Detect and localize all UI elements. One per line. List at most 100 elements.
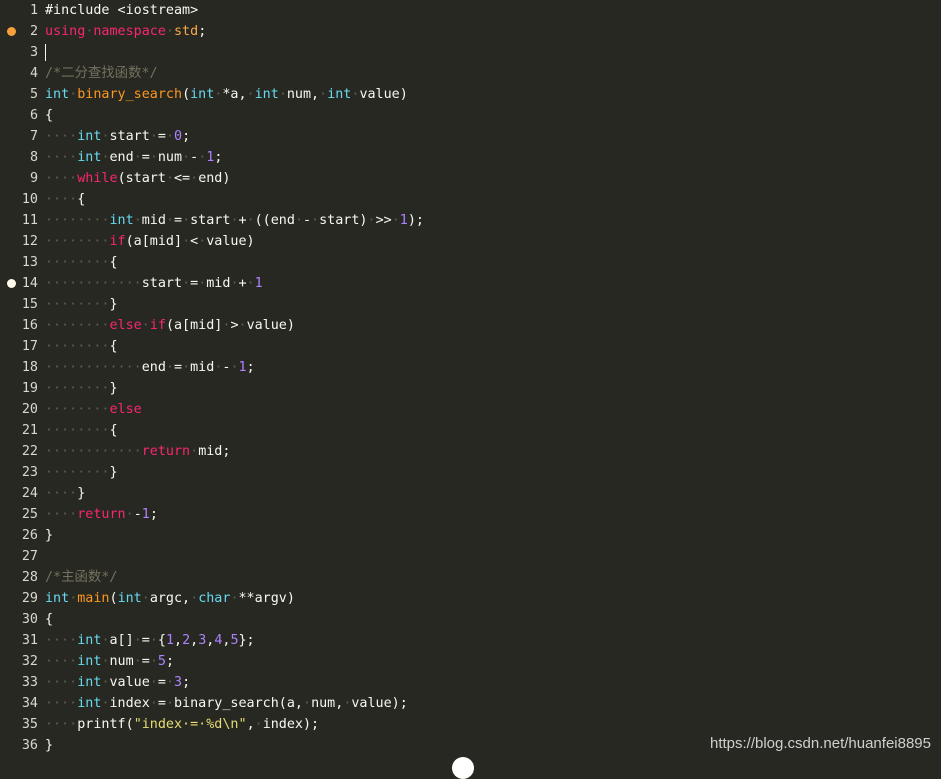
line-number: 12: [21, 234, 38, 249]
code-token: +: [238, 213, 247, 228]
code-line[interactable]: 4 /*二分查找函数*/: [0, 63, 941, 84]
code-text: }: [45, 735, 53, 756]
code-line[interactable]: 18 ············end·=·mid·-·1;: [0, 357, 941, 378]
code-token: ·: [165, 696, 174, 711]
code-token: ,: [174, 633, 183, 648]
code-line[interactable]: 6{: [0, 105, 941, 126]
scroll-handle[interactable]: [452, 757, 474, 779]
code-token: int: [254, 87, 279, 102]
code-line[interactable]: 34 ····int·index·=·binary_search(a,·num,·…: [0, 693, 941, 714]
code-token: ·: [238, 318, 247, 333]
code-token: ·: [165, 24, 174, 39]
code-token: ····: [45, 150, 78, 165]
code-text: ····int·end·=·num·-·1;: [45, 147, 222, 168]
code-token: =: [174, 360, 183, 375]
code-token: int: [117, 591, 142, 606]
code-line[interactable]: 30 {: [0, 609, 941, 630]
code-token: ·: [149, 696, 158, 711]
code-token: ·: [311, 213, 320, 228]
line-number: 3: [29, 45, 38, 60]
code-token: start): [319, 213, 368, 228]
code-token: }: [109, 297, 118, 312]
code-line[interactable]: 21 ········{: [0, 420, 941, 441]
code-line[interactable]: 13 ········{: [0, 252, 941, 273]
code-token: binary_search: [77, 87, 183, 102]
code-token: ·: [125, 507, 134, 522]
code-line[interactable]: 22 ············return·mid;: [0, 441, 941, 462]
code-line[interactable]: 32 ····int·num·=·5;: [0, 651, 941, 672]
code-editor[interactable]: 1 #include <iostream> 2 using·namespace·std…: [0, 0, 941, 765]
code-token: +: [238, 276, 247, 291]
code-token: char: [198, 591, 231, 606]
code-text: int·binary_search(int·*a,·int·num,·int·v…: [45, 84, 408, 105]
code-line[interactable]: 29 int·main(int·argc,·char·**argv): [0, 588, 941, 609]
code-text: ············end·=·mid·-·1;: [45, 357, 255, 378]
code-line[interactable]: 14 ············start·=·mid·+·1: [0, 273, 941, 294]
code-line[interactable]: 25 ····return·-1;: [0, 504, 941, 525]
code-text: ····while(start·<=·end): [45, 168, 230, 189]
code-token: else: [109, 318, 142, 333]
code-line[interactable]: 5 int·binary_search(int·*a,·int·num,·int·…: [0, 84, 941, 105]
code-line[interactable]: 12 ········if(a[mid]·<·value): [0, 231, 941, 252]
code-token: 5: [157, 654, 166, 669]
code-token: ········: [45, 234, 110, 249]
code-token: value): [359, 87, 408, 102]
line-number: 11: [21, 213, 38, 228]
code-token: ·: [303, 696, 312, 711]
code-token: ····: [45, 171, 78, 186]
code-line[interactable]: 19 ········}: [0, 378, 941, 399]
code-token: }: [77, 486, 86, 501]
code-line[interactable]: 35 ····printf("index·=·%d\n",·index);: [0, 714, 941, 735]
line-number: 8: [29, 150, 38, 165]
code-token: std: [174, 24, 199, 39]
code-line[interactable]: 8 ····int·end·=·num·-·1;: [0, 147, 941, 168]
code-token: ·: [133, 633, 142, 648]
code-line[interactable]: 9 ····while(start·<=·end): [0, 168, 941, 189]
code-line[interactable]: 27: [0, 546, 941, 567]
code-token: argc,: [149, 591, 191, 606]
code-token: ·: [367, 213, 376, 228]
code-text: {: [45, 609, 53, 630]
code-token: index: [109, 696, 150, 711]
code-line[interactable]: 10 ····{: [0, 189, 941, 210]
code-line[interactable]: 17 ········{: [0, 336, 941, 357]
code-text: }: [45, 525, 53, 546]
code-token: {: [109, 423, 118, 438]
code-line[interactable]: 26}: [0, 525, 941, 546]
watermark: https://blog.csdn.net/huanfei8895: [709, 735, 931, 752]
code-line[interactable]: 24 ····}: [0, 483, 941, 504]
code-token: printf(: [77, 717, 134, 732]
code-line[interactable]: 2 using·namespace·std;: [0, 21, 941, 42]
code-text: ············return·mid;: [45, 441, 230, 462]
code-text: ····int·num·=·5;: [45, 651, 174, 672]
line-number: 9: [29, 171, 38, 186]
line-number: 16: [21, 318, 38, 333]
code-token: start: [109, 129, 150, 144]
line-number: 4: [29, 66, 38, 81]
code-token: ····: [45, 507, 78, 522]
code-token: ····: [45, 633, 78, 648]
code-token: 1: [165, 633, 174, 648]
code-line[interactable]: 16 ········else·if(a[mid]·>·value): [0, 315, 941, 336]
code-token: ·: [141, 591, 150, 606]
code-token: <: [190, 234, 199, 249]
code-line[interactable]: 1 #include <iostream>: [0, 0, 941, 21]
code-line[interactable]: 28 /*主函数*/: [0, 567, 941, 588]
code-text: ········{: [45, 252, 118, 273]
code-line[interactable]: 3: [0, 42, 941, 63]
code-line[interactable]: 7 ····int·start·=·0;: [0, 126, 941, 147]
code-line[interactable]: 15 ········}: [0, 294, 941, 315]
code-line[interactable]: 20 ········else: [0, 399, 941, 420]
code-token: else: [109, 402, 142, 417]
code-token: mid: [190, 360, 215, 375]
code-line[interactable]: 33 ····int·value·=·3;: [0, 672, 941, 693]
code-token: ·: [246, 87, 255, 102]
code-token: (start: [117, 171, 166, 186]
code-token: 0: [174, 129, 183, 144]
code-token: ·: [278, 87, 287, 102]
code-line[interactable]: 31 ····int·a[]·=·{1,2,3,4,5};: [0, 630, 941, 651]
line-number: 7: [29, 129, 38, 144]
code-line[interactable]: 11 ········int·mid·=·start·+·((end·-·star…: [0, 210, 941, 231]
code-token: ····: [45, 192, 78, 207]
code-line[interactable]: 23 ········}: [0, 462, 941, 483]
